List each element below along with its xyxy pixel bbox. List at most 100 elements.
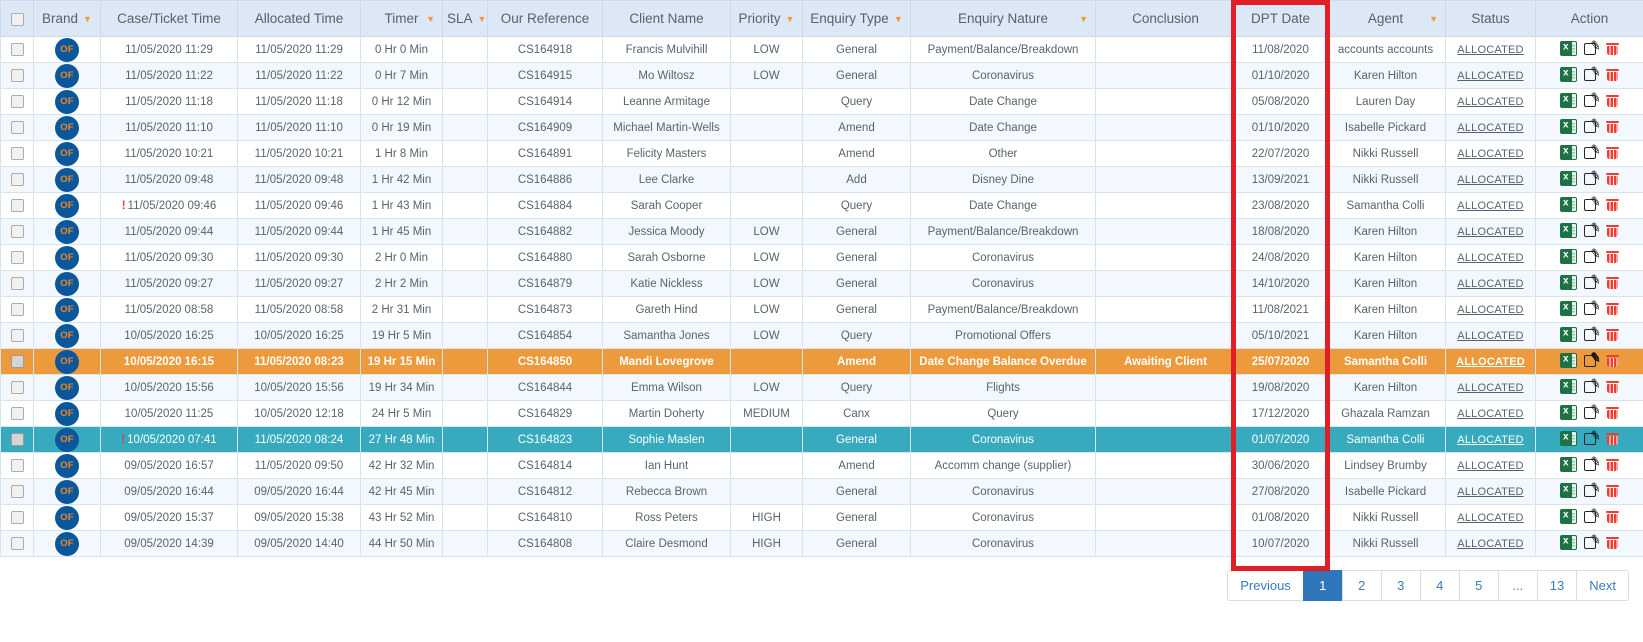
table-row[interactable]: OF 09/05/2020 14:39 09/05/2020 14:40 44 Hr …	[0, 530, 1643, 557]
sort-arrow-icon[interactable]: ▼	[83, 14, 92, 24]
delete-icon[interactable]	[1606, 353, 1619, 368]
edit-icon[interactable]	[1584, 405, 1599, 420]
delete-icon[interactable]	[1606, 41, 1619, 56]
row-checkbox[interactable]	[10, 511, 24, 524]
excel-export-icon[interactable]	[1560, 144, 1577, 160]
excel-export-icon[interactable]	[1560, 430, 1577, 446]
edit-icon[interactable]	[1584, 509, 1599, 524]
delete-icon[interactable]	[1606, 457, 1619, 472]
column-header-sla[interactable]: SLA ▼	[442, 0, 488, 37]
delete-icon[interactable]	[1606, 405, 1619, 420]
status-link[interactable]: ALLOCATED	[1457, 304, 1523, 316]
status-link[interactable]: ALLOCATED	[1457, 486, 1523, 498]
edit-icon[interactable]	[1584, 457, 1599, 472]
excel-export-icon[interactable]	[1560, 482, 1577, 498]
status-link[interactable]: ALLOCATED	[1457, 70, 1523, 82]
pagination-page-4[interactable]: 4	[1419, 570, 1460, 601]
delete-icon[interactable]	[1606, 223, 1619, 238]
excel-export-icon[interactable]	[1560, 534, 1577, 550]
delete-icon[interactable]	[1606, 431, 1619, 446]
status-link[interactable]: ALLOCATED	[1457, 252, 1523, 264]
table-row[interactable]: OF 11/05/2020 09:30 11/05/2020 09:30 2 Hr 0…	[0, 244, 1643, 271]
excel-export-icon[interactable]	[1560, 456, 1577, 472]
row-checkbox[interactable]	[10, 537, 24, 550]
edit-icon[interactable]	[1584, 301, 1599, 316]
edit-icon[interactable]	[1584, 353, 1599, 368]
column-header-agent[interactable]: Agent ▼	[1325, 0, 1446, 37]
table-row[interactable]: OF 10/05/2020 16:15 11/05/2020 08:23 19 Hr …	[0, 348, 1643, 375]
table-row[interactable]: OF 11/05/2020 09:27 11/05/2020 09:27 2 Hr 2…	[0, 270, 1643, 297]
edit-icon[interactable]	[1584, 431, 1599, 446]
status-link[interactable]: ALLOCATED	[1457, 96, 1523, 108]
edit-icon[interactable]	[1584, 197, 1599, 212]
status-link[interactable]: ALLOCATED	[1457, 278, 1523, 290]
excel-export-icon[interactable]	[1560, 326, 1577, 342]
delete-icon[interactable]	[1606, 171, 1619, 186]
row-checkbox[interactable]	[10, 355, 24, 368]
excel-export-icon[interactable]	[1560, 274, 1577, 290]
table-row[interactable]: OF 09/05/2020 16:44 09/05/2020 16:44 42 Hr …	[0, 478, 1643, 505]
status-link[interactable]: ALLOCATED	[1457, 538, 1523, 550]
sort-arrow-icon[interactable]: ▼	[426, 14, 435, 24]
row-checkbox[interactable]	[10, 199, 24, 212]
pagination-page-5[interactable]: 5	[1458, 570, 1499, 601]
excel-export-icon[interactable]	[1560, 300, 1577, 316]
row-checkbox[interactable]	[10, 173, 24, 186]
row-checkbox[interactable]	[10, 225, 24, 238]
table-row[interactable]: OF 10/05/2020 15:56 10/05/2020 15:56 19 Hr …	[0, 374, 1643, 401]
row-checkbox[interactable]	[10, 459, 24, 472]
select-all-checkbox[interactable]	[10, 12, 24, 26]
delete-icon[interactable]	[1606, 67, 1619, 82]
sort-arrow-icon[interactable]: ▼	[894, 14, 903, 24]
pagination-previous[interactable]: Previous	[1227, 570, 1304, 601]
excel-export-icon[interactable]	[1560, 352, 1577, 368]
column-header-enquiry_nature[interactable]: Enquiry Nature ▼	[910, 0, 1096, 37]
edit-icon[interactable]	[1584, 223, 1599, 238]
status-link[interactable]: ALLOCATED	[1457, 382, 1523, 394]
edit-icon[interactable]	[1584, 327, 1599, 342]
table-row[interactable]: OF 11/05/2020 09:44 11/05/2020 09:44 1 Hr 4…	[0, 218, 1643, 245]
excel-export-icon[interactable]	[1560, 222, 1577, 238]
row-checkbox[interactable]	[10, 121, 24, 134]
edit-icon[interactable]	[1584, 119, 1599, 134]
pagination-page-3[interactable]: 3	[1380, 570, 1421, 601]
status-link[interactable]: ALLOCATED	[1457, 460, 1523, 472]
status-link[interactable]: ALLOCATED	[1457, 330, 1523, 342]
row-checkbox[interactable]	[10, 381, 24, 394]
row-checkbox[interactable]	[10, 485, 24, 498]
status-link[interactable]: ALLOCATED	[1457, 174, 1523, 186]
status-link[interactable]: ALLOCATED	[1457, 122, 1523, 134]
table-row[interactable]: OF 10/05/2020 16:25 10/05/2020 16:25 19 Hr …	[0, 322, 1643, 349]
status-link[interactable]: ALLOCATED	[1457, 44, 1523, 56]
column-header-priority[interactable]: Priority ▼	[730, 0, 803, 37]
row-checkbox[interactable]	[10, 147, 24, 160]
edit-icon[interactable]	[1584, 535, 1599, 550]
delete-icon[interactable]	[1606, 249, 1619, 264]
row-checkbox[interactable]	[10, 95, 24, 108]
status-link[interactable]: ALLOCATED	[1456, 356, 1525, 368]
column-header-timer[interactable]: Timer ▼	[360, 0, 443, 37]
table-row[interactable]: OF 11/05/2020 08:58 11/05/2020 08:58 2 Hr 3…	[0, 296, 1643, 323]
excel-export-icon[interactable]	[1560, 404, 1577, 420]
edit-icon[interactable]	[1584, 145, 1599, 160]
edit-icon[interactable]	[1584, 93, 1599, 108]
excel-export-icon[interactable]	[1560, 248, 1577, 264]
excel-export-icon[interactable]	[1560, 378, 1577, 394]
delete-icon[interactable]	[1606, 509, 1619, 524]
row-checkbox[interactable]	[10, 303, 24, 316]
status-link[interactable]: ALLOCATED	[1457, 512, 1523, 524]
status-link[interactable]: ALLOCATED	[1457, 408, 1523, 420]
pagination-page-1[interactable]: 1	[1302, 570, 1343, 601]
excel-export-icon[interactable]	[1560, 196, 1577, 212]
delete-icon[interactable]	[1606, 145, 1619, 160]
delete-icon[interactable]	[1606, 535, 1619, 550]
status-link[interactable]: ALLOCATED	[1457, 200, 1523, 212]
table-row[interactable]: OF 09/05/2020 16:57 11/05/2020 09:50 42 Hr …	[0, 452, 1643, 479]
sort-arrow-icon[interactable]: ▼	[1429, 14, 1438, 24]
excel-export-icon[interactable]	[1560, 66, 1577, 82]
table-row[interactable]: OF 09/05/2020 15:37 09/05/2020 15:38 43 Hr …	[0, 504, 1643, 531]
row-checkbox[interactable]	[10, 69, 24, 82]
table-row[interactable]: OF! 11/05/2020 09:46 11/05/2020 09:46 1 Hr …	[0, 192, 1643, 219]
excel-export-icon[interactable]	[1560, 508, 1577, 524]
delete-icon[interactable]	[1606, 93, 1619, 108]
